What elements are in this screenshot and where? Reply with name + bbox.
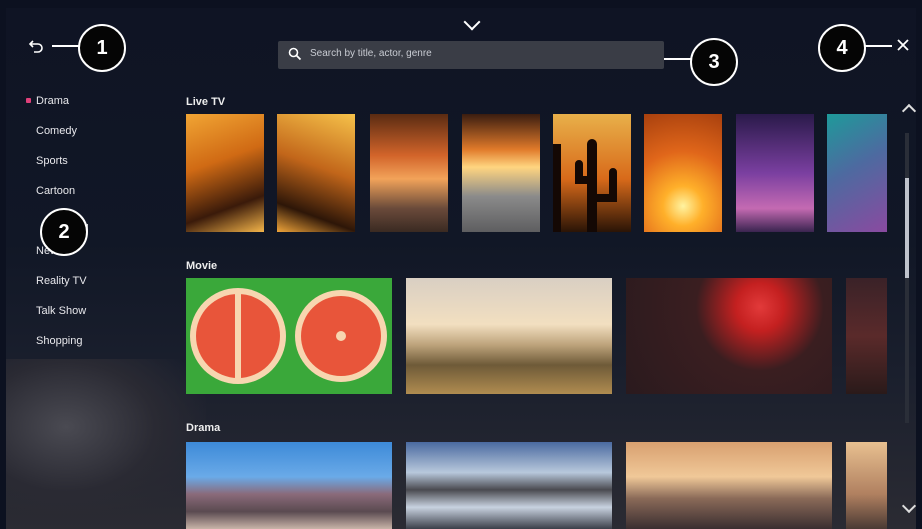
grapefruit-image	[190, 288, 387, 384]
menu-item-label: Talk Show	[36, 305, 87, 317]
callout-2: 2	[40, 208, 88, 256]
drama-thumbnail[interactable]	[626, 442, 832, 529]
movie-thumbnail[interactable]	[186, 278, 392, 394]
menu-item-label: Comedy	[36, 125, 77, 137]
chevron-down-icon[interactable]	[901, 498, 916, 514]
movie-thumbnail[interactable]	[626, 278, 832, 394]
menu-item-comedy[interactable]: Comedy	[32, 124, 89, 154]
callout-arrow	[864, 45, 892, 47]
menu-item-label: Sports	[36, 155, 68, 167]
menu-item-label: Drama	[36, 95, 70, 107]
live-tv-thumbnail[interactable]	[370, 114, 448, 232]
background-landscape	[6, 359, 206, 529]
callout-4: 4	[818, 24, 866, 72]
menu-item-drama[interactable]: Drama	[26, 94, 89, 124]
menu-item-label: Shopping	[36, 335, 83, 347]
live-tv-thumbnail[interactable]	[277, 114, 355, 232]
chevron-down-icon[interactable]	[463, 13, 481, 31]
back-arrow-icon[interactable]	[28, 38, 44, 54]
menu-item-label: Cartoon	[36, 185, 76, 197]
drama-thumbnail[interactable]	[406, 442, 612, 529]
live-tv-thumbnail[interactable]	[827, 114, 887, 232]
live-tv-thumbnail[interactable]	[186, 114, 264, 232]
callout-1: 1	[78, 24, 126, 72]
scrollbar-thumb[interactable]	[905, 178, 909, 278]
search-icon	[288, 47, 302, 61]
live-tv-thumbnail[interactable]	[553, 114, 631, 232]
drama-thumbnail[interactable]	[186, 442, 392, 529]
live-tv-thumbnail[interactable]	[736, 114, 814, 232]
menu-item-label: Reality TV	[36, 275, 87, 287]
chevron-up-icon[interactable]	[901, 103, 916, 119]
callout-arrow	[664, 58, 692, 60]
live-tv-thumbnail[interactable]	[462, 114, 540, 232]
scrollbar[interactable]	[905, 133, 909, 423]
live-tv-thumbnail[interactable]	[644, 114, 722, 232]
search-input[interactable]: Search by title, actor, genre	[278, 41, 664, 69]
section-live-tv-label: Live TV	[186, 96, 226, 108]
callout-arrow	[52, 45, 80, 47]
tv-search-screen: Search by title, actor, genre Drama Come…	[6, 8, 916, 529]
movie-thumbnail[interactable]	[406, 278, 612, 394]
drama-thumbnail[interactable]	[846, 442, 887, 529]
menu-item-sports[interactable]: Sports	[32, 154, 89, 184]
close-icon[interactable]	[896, 38, 910, 52]
menu-item-shopping[interactable]: Shopping	[32, 334, 89, 364]
menu-item-reality-tv[interactable]: Reality TV	[32, 274, 89, 304]
movie-thumbnail[interactable]	[846, 278, 887, 394]
search-placeholder: Search by title, actor, genre	[310, 48, 432, 59]
cactus-silhouette	[553, 139, 617, 232]
callout-3: 3	[690, 38, 738, 86]
section-movie-label: Movie	[186, 260, 218, 272]
section-drama-label: Drama	[186, 422, 221, 434]
menu-item-talk-show[interactable]: Talk Show	[32, 304, 89, 334]
